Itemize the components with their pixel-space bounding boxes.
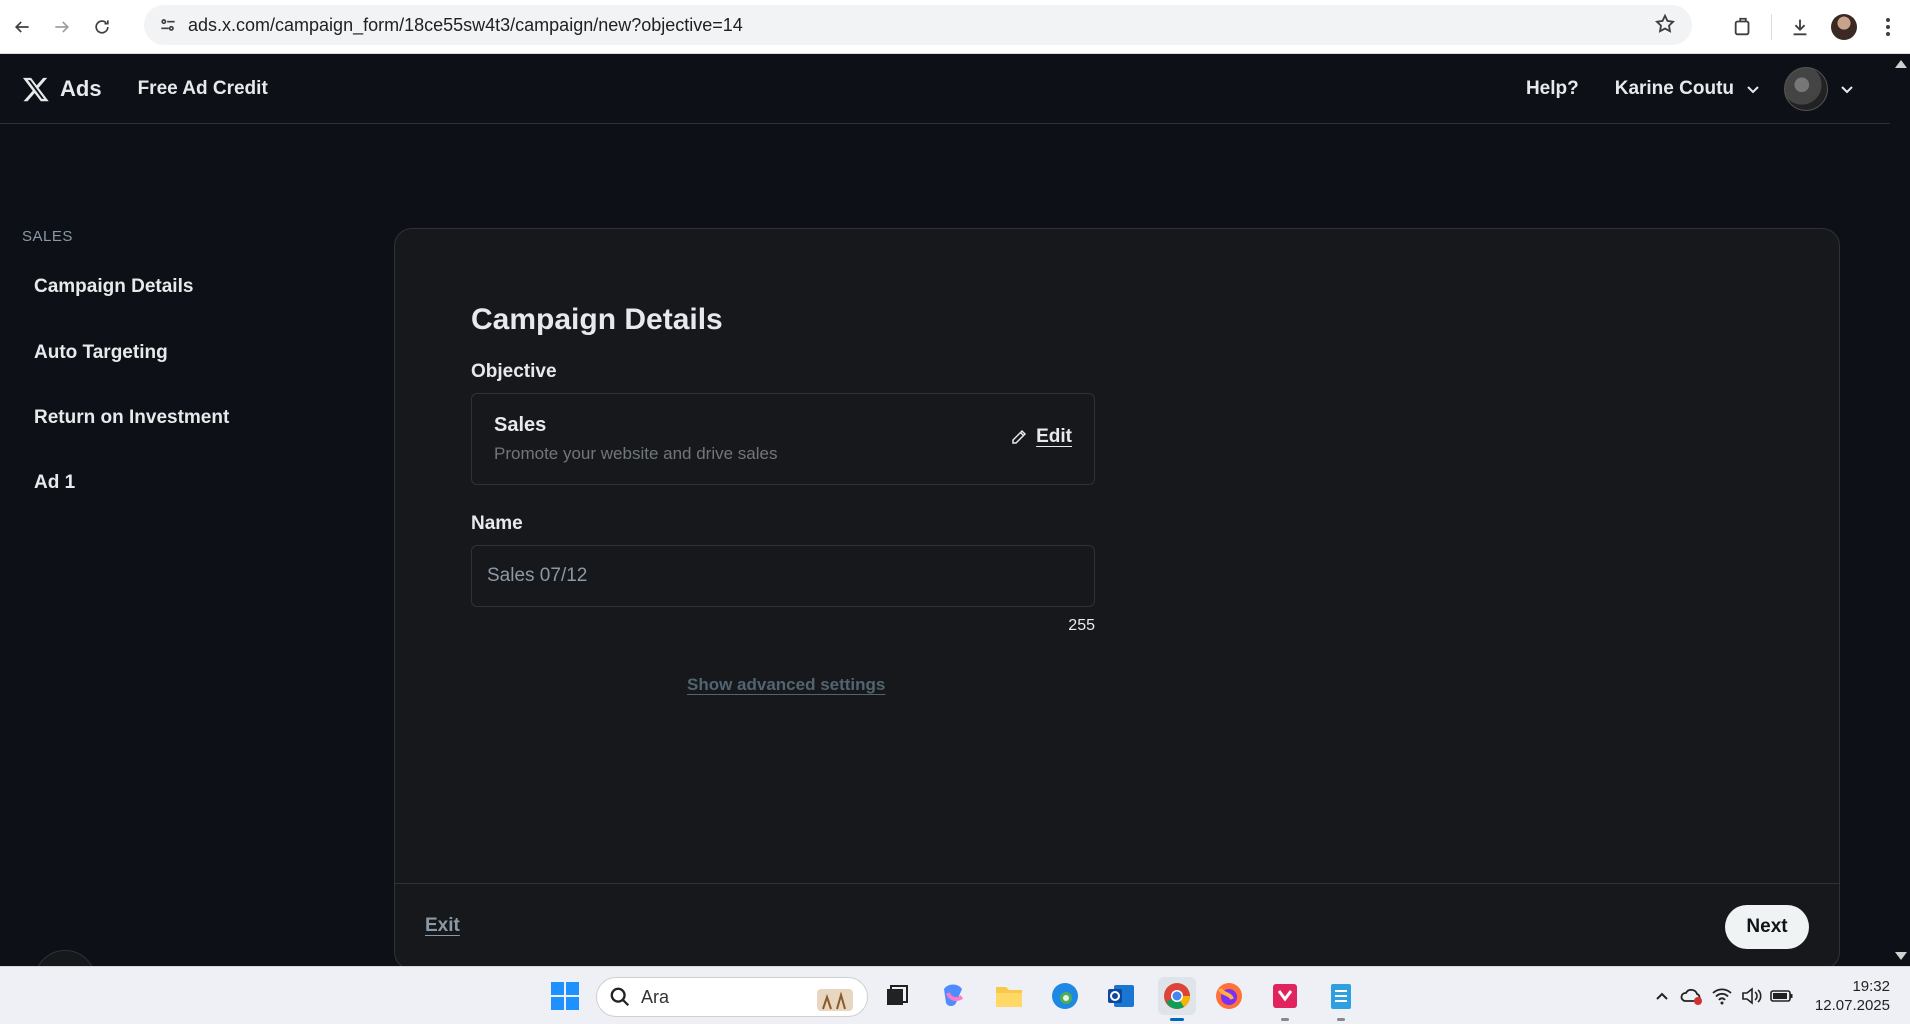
edit-objective-button[interactable]: Edit: [1010, 426, 1072, 448]
name-label: Name: [471, 513, 523, 534]
show-advanced-settings-link[interactable]: Show advanced settings: [687, 675, 885, 695]
notepad-icon[interactable]: [1322, 977, 1360, 1021]
objective-title: Sales: [494, 414, 547, 436]
footer-divider: [395, 883, 1839, 884]
edit-label: Edit: [1036, 426, 1072, 447]
chevron-up-icon[interactable]: [1647, 981, 1677, 1011]
edge-browser-icon[interactable]: [1046, 977, 1084, 1015]
next-button[interactable]: Next: [1725, 905, 1809, 949]
x-logo-icon: [22, 77, 49, 101]
user-avatar[interactable]: [1784, 67, 1828, 111]
volume-icon[interactable]: [1737, 981, 1767, 1011]
objective-label: Objective: [471, 361, 557, 382]
site-settings-icon[interactable]: [150, 7, 186, 43]
toolbar-divider: [1771, 14, 1772, 40]
windows-start-icon[interactable]: [546, 977, 584, 1015]
outlook-icon[interactable]: [1102, 977, 1140, 1015]
browser-toolbar: ads.x.com/campaign_form/18ce55sw4t3/camp…: [0, 0, 1910, 54]
address-bar[interactable]: ads.x.com/campaign_form/18ce55sw4t3/camp…: [144, 5, 1692, 45]
clock[interactable]: 19:32 12.07.2025: [1815, 977, 1890, 1015]
profile-avatar[interactable]: [1822, 5, 1866, 49]
search-placeholder: Ara: [641, 986, 670, 1007]
objective-description: Promote your website and drive sales: [494, 444, 778, 463]
scroll-up-arrow[interactable]: [1895, 60, 1907, 68]
clock-time: 19:32: [1852, 978, 1890, 995]
logo-text: Ads: [60, 75, 102, 101]
more-menu-icon[interactable]: [1866, 5, 1910, 49]
back-icon[interactable]: [4, 9, 40, 45]
bookmark-star-icon[interactable]: [1654, 13, 1676, 40]
search-highlight-image: [817, 989, 853, 1011]
page-content: Ads Free Ad Credit Help? Karine Coutu SA…: [0, 54, 1890, 1012]
system-tray: 19:32 12.07.2025: [1647, 967, 1890, 1024]
reload-icon[interactable]: [84, 9, 120, 45]
forward-icon[interactable]: [44, 9, 80, 45]
sidebar-section-label: SALES: [22, 228, 73, 245]
wifi-icon[interactable]: [1707, 981, 1737, 1011]
file-explorer-icon[interactable]: [990, 977, 1028, 1015]
onedrive-icon[interactable]: [1677, 981, 1707, 1011]
extensions-icon[interactable]: [1721, 5, 1765, 49]
task-view-icon[interactable]: [878, 977, 916, 1015]
account-switcher[interactable]: Karine Coutu: [1615, 78, 1734, 100]
taskbar-search[interactable]: Ara: [596, 977, 868, 1017]
campaign-form-card: Campaign Details Objective Sales Promote…: [394, 228, 1840, 970]
search-icon: [610, 987, 630, 1007]
campaign-name-input[interactable]: [471, 545, 1095, 607]
app-header: Ads Free Ad Credit Help? Karine Coutu: [0, 54, 1890, 124]
x-ads-logo[interactable]: Ads: [22, 75, 102, 103]
windows-taskbar: Ara 19:32 12.07.2025: [0, 966, 1910, 1024]
download-icon[interactable]: [1778, 5, 1822, 49]
page-scrollbar[interactable]: [1890, 54, 1910, 966]
character-count: 255: [1068, 617, 1095, 634]
scroll-down-arrow[interactable]: [1895, 952, 1907, 960]
sidebar-item-ad-1[interactable]: Ad 1: [34, 472, 75, 494]
exit-link[interactable]: Exit: [425, 915, 460, 937]
free-ad-credit-link[interactable]: Free Ad Credit: [138, 78, 268, 100]
copilot-icon[interactable]: [934, 977, 972, 1015]
url-text[interactable]: ads.x.com/campaign_form/18ce55sw4t3/camp…: [188, 15, 743, 36]
sidebar: SALES Campaign Details Auto Targeting Re…: [0, 124, 390, 1012]
sidebar-item-return-on-investment[interactable]: Return on Investment: [34, 407, 229, 429]
chrome-icon[interactable]: [1158, 977, 1196, 1021]
app-red-icon[interactable]: [1266, 977, 1304, 1021]
clock-date: 12.07.2025: [1814, 997, 1890, 1014]
help-link[interactable]: Help?: [1526, 78, 1579, 100]
pencil-icon: [1012, 429, 1027, 444]
objective-card: Sales Promote your website and drive sal…: [471, 393, 1095, 485]
chevron-down-icon[interactable]: [1746, 82, 1760, 96]
page-title: Campaign Details: [471, 303, 723, 336]
sidebar-item-campaign-details[interactable]: Campaign Details: [34, 276, 193, 298]
firefox-icon[interactable]: [1210, 977, 1248, 1015]
sidebar-item-auto-targeting[interactable]: Auto Targeting: [34, 342, 168, 364]
chevron-down-icon[interactable]: [1840, 82, 1854, 96]
battery-icon[interactable]: [1767, 981, 1797, 1011]
